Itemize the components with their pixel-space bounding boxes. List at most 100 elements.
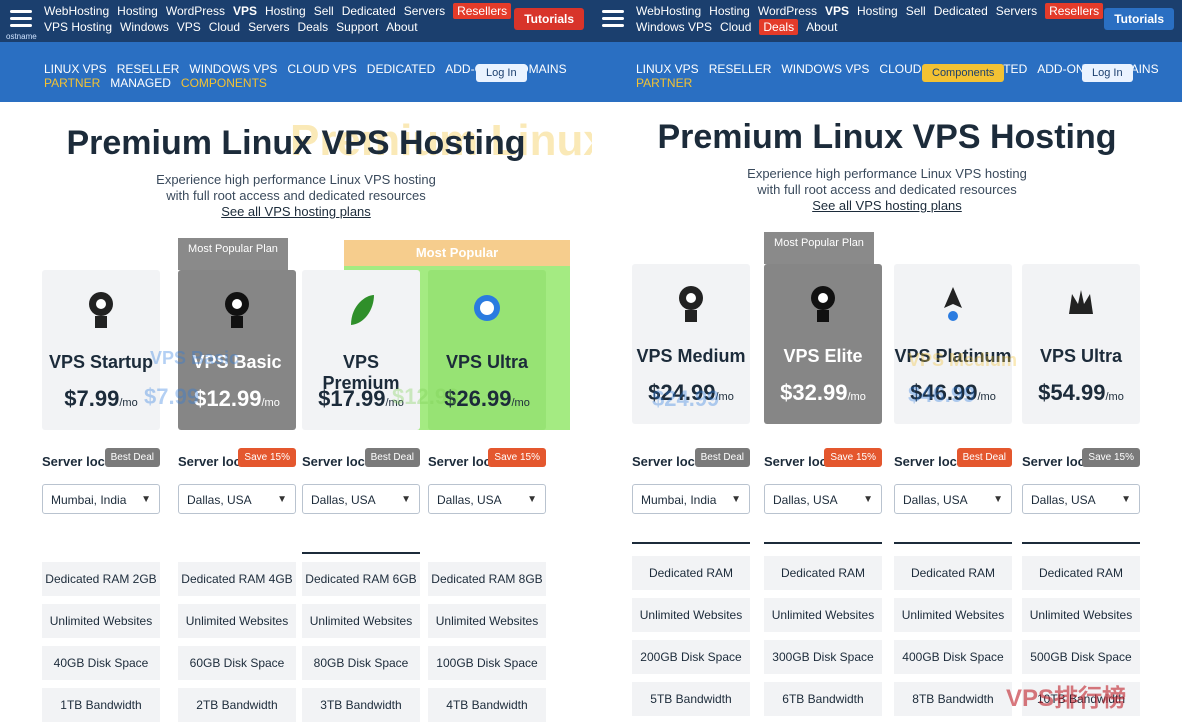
topnav-item[interactable]: VPS Hosting [44, 19, 112, 35]
feature-ram: Dedicated RAM 32GB [1022, 556, 1140, 614]
topnav-item[interactable]: Support [336, 19, 378, 35]
topnav-item[interactable]: WordPress [758, 3, 817, 19]
mainnav-item[interactable]: Windows VPS [781, 62, 869, 76]
deal-badge: Save 15% [488, 448, 546, 467]
topnav-item[interactable]: Deals [759, 19, 799, 35]
feature-ram: Dedicated RAM 12GB [632, 556, 750, 614]
plan-card[interactable]: VPS Startup $7.99/mo [42, 270, 160, 430]
crown-icon [1069, 290, 1093, 314]
topnav-item[interactable]: Dedicated [342, 3, 396, 19]
topnav-item[interactable]: Servers [996, 3, 1037, 19]
topnav-item[interactable]: Windows [120, 19, 169, 35]
mainnav-item[interactable]: Cloud VPS [287, 62, 356, 76]
location-select[interactable]: Dallas, USA ▼ [1022, 484, 1140, 514]
location-select[interactable]: Mumbai, India ▼ [632, 484, 750, 514]
topnav-item[interactable]: Servers [404, 3, 445, 19]
topnav-item[interactable]: Windows VPS [636, 19, 712, 35]
chevron-down-icon: ▼ [863, 494, 873, 505]
top-nav: WebHosting Hosting WordPress VPS Hosting… [636, 3, 1174, 39]
topnav-item[interactable]: WebHosting [44, 3, 109, 19]
topnav-item[interactable]: Deals [297, 19, 328, 35]
login-button[interactable]: Log In [476, 64, 527, 82]
chevron-down-icon: ▼ [527, 494, 537, 505]
feature-disk: 300GB Disk Space [764, 640, 882, 674]
rocket-icon [944, 287, 962, 321]
location-config: Server location Best Deal Dallas, USA ▼ [302, 448, 420, 524]
feature-ram: Dedicated RAM 6GB [302, 562, 420, 596]
globe-icon [474, 295, 500, 321]
components-button[interactable]: Components [922, 64, 1005, 82]
mainnav-item[interactable]: Partner [636, 76, 692, 90]
subtitle-line: Experience high performance Linux VPS ho… [156, 172, 436, 187]
feature-bandwidth: 1TB Bandwidth [42, 688, 160, 722]
location-config: Server location Best Deal Mumbai, India ▼ [42, 448, 160, 524]
mainnav-item[interactable]: Windows VPS [189, 62, 277, 76]
location-select[interactable]: Dallas, USA ▼ [428, 484, 546, 514]
mainnav-item[interactable]: Components [181, 76, 267, 90]
mainnav-item[interactable]: Reseller [709, 62, 772, 76]
topnav-item[interactable]: Hosting [117, 3, 158, 19]
plan-name: VPS Elite [783, 346, 863, 366]
ghost-plan-name: VPS Medium [908, 350, 1018, 370]
topnav-item[interactable]: Resellers [453, 3, 512, 19]
see-plans-link[interactable]: See all VPS hosting plans [812, 198, 962, 213]
topnav-item[interactable]: About [806, 19, 837, 35]
see-plans-link[interactable]: See all VPS hosting plans [221, 204, 371, 219]
topnav-item[interactable]: Hosting [265, 3, 306, 19]
deal-badge: Save 15% [1082, 448, 1140, 467]
topnav-item[interactable]: Hosting [857, 3, 898, 19]
location-select[interactable]: Mumbai, India ▼ [42, 484, 160, 514]
mainnav-item[interactable]: Dedicated [367, 62, 435, 76]
plan-name: VPS Ultra [1039, 346, 1123, 366]
topnav-item[interactable]: Cloud [209, 19, 240, 35]
topnav-item[interactable]: VPS [233, 3, 257, 19]
topnav-item[interactable]: VPS [825, 3, 849, 19]
site-logo[interactable]: ostname [6, 6, 40, 41]
plan-card[interactable]: VPS Elite $32.99/mo [764, 264, 882, 424]
deal-badge: Save 15% [238, 448, 296, 467]
plan-tag: Most Popular Plan [764, 232, 874, 264]
server-icon [679, 286, 703, 322]
mainnav-item[interactable]: Reseller [117, 62, 180, 76]
topnav-item[interactable]: Resellers [1045, 3, 1104, 19]
topnav-item[interactable]: Cloud [720, 19, 751, 35]
location-select[interactable]: Dallas, USA ▼ [178, 484, 296, 514]
topnav-item[interactable]: Servers [248, 19, 289, 35]
topnav-item[interactable]: Dedicated [934, 3, 988, 19]
location-select[interactable]: Dallas, USA ▼ [302, 484, 420, 514]
tutorials-button[interactable]: Tutorials [1104, 8, 1174, 30]
mainnav-item[interactable]: Partner [44, 76, 100, 90]
ghost-price: $7.99 [144, 384, 200, 409]
tutorials-button[interactable]: Tutorials [514, 8, 584, 30]
deal-badge: Save 15% [824, 448, 882, 467]
feature-bandwidth: 6TB Bandwidth [764, 682, 882, 716]
topnav-item[interactable]: VPS [177, 19, 201, 35]
feature-ram: Dedicated RAM 8GB [428, 562, 546, 596]
deal-badge: Best Deal [104, 448, 160, 467]
mainnav-item[interactable]: Linux VPS [636, 62, 699, 76]
feature-ram: Dedicated RAM 4GB [178, 562, 296, 596]
page-title: Premium Linux VPS Hosting [66, 124, 526, 162]
topnav-item[interactable]: WordPress [166, 3, 225, 19]
topnav-item[interactable]: Hosting [709, 3, 750, 19]
feature-ram: Dedicated RAM 2GB [42, 562, 160, 596]
server-icon [811, 286, 835, 322]
topnav-item[interactable]: Sell [906, 3, 926, 19]
topnav-item[interactable]: About [386, 19, 417, 35]
plan-card[interactable]: VPS Ultra $54.99/mo [1022, 264, 1140, 424]
site-logo[interactable] [598, 6, 632, 36]
top-nav: WebHosting Hosting WordPress VPS Hosting… [44, 3, 584, 39]
topnav-item[interactable]: Sell [314, 3, 334, 19]
feature-disk: 80GB Disk Space [302, 646, 420, 680]
mainnav-item[interactable]: Linux VPS [44, 62, 107, 76]
feature-disk: 60GB Disk Space [178, 646, 296, 680]
topnav-item[interactable]: WebHosting [636, 3, 701, 19]
mainnav-item[interactable]: Managed [110, 76, 171, 90]
feature-websites: Unlimited Websites [428, 604, 546, 638]
location-select[interactable]: Dallas, USA ▼ [764, 484, 882, 514]
login-button[interactable]: Log In [1082, 64, 1133, 82]
feature-ram: Dedicated RAM 16GB [764, 556, 882, 614]
location-select[interactable]: Dallas, USA ▼ [894, 484, 1012, 514]
location-config: Server location Save 15% Dallas, USA ▼ [1022, 448, 1140, 524]
location-config: Server location Best Deal Mumbai, India ▼ [632, 448, 750, 524]
